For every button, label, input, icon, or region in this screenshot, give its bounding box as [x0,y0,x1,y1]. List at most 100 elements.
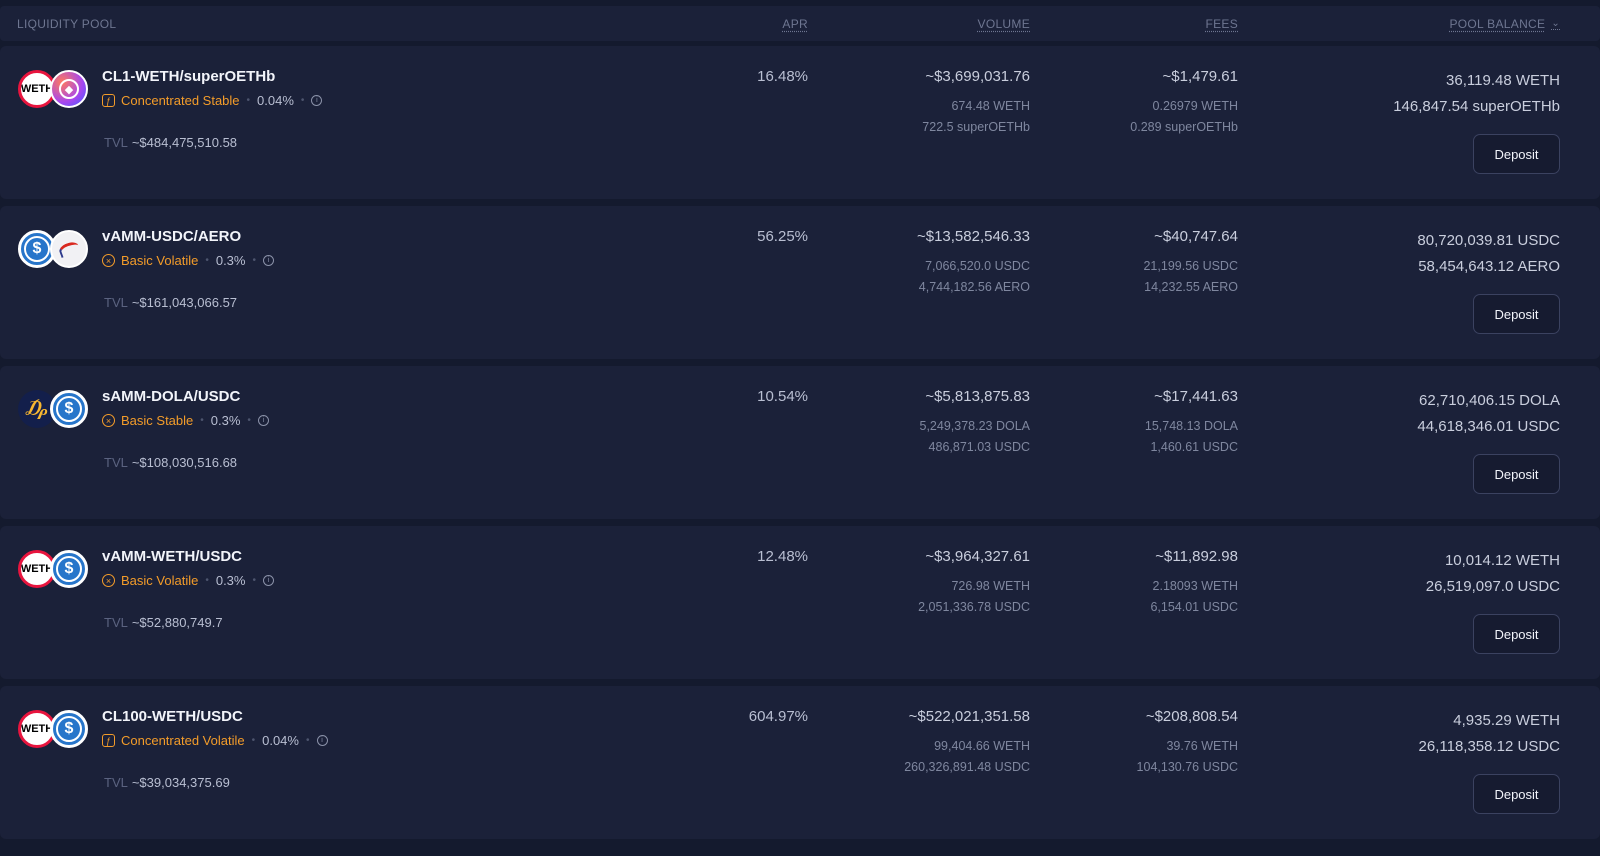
tvl-label: TVL [104,295,128,310]
pool-volume-breakdown: 726.98 WETH 2,051,336.78 USDC [918,576,1030,618]
deposit-button[interactable]: Deposit [1473,774,1560,814]
pool-row-cl100-weth-usdc[interactable]: WETH $ CL100-WETH/USDC ƒ Concentrated Vo… [0,686,1600,839]
fees-token-b: 1,460.61 USDC [1150,440,1238,454]
token-pair-icons: WETH $ [18,710,90,750]
deposit-button[interactable]: Deposit [1473,454,1560,494]
pools-page: LIQUIDITY POOL APR VOLUME FEES POOL BALA… [0,0,1600,856]
volume-token-a: 674.48 WETH [951,99,1030,113]
fees-token-b: 0.289 superOETHb [1130,120,1238,134]
tvl-value: ~$39,034,375.69 [131,775,230,790]
deposit-button[interactable]: Deposit [1473,134,1560,174]
pool-row-cl1-weth-superoethb[interactable]: WETH ◆ CL1-WETH/superOETHb ƒ Concentrate… [0,46,1600,199]
pool-kind: Basic Stable [121,413,194,428]
info-icon[interactable]: i [263,255,274,266]
aero-icon [50,230,88,268]
pool-row-vamm-usdc-aero[interactable]: $ vAMM-USDC/AERO × Basic Volatile • 0.3%… [0,206,1600,359]
pool-volume: ~$5,813,875.83 [925,388,1030,405]
usdc-icon: $ [50,390,88,428]
deposit-button[interactable]: Deposit [1473,294,1560,334]
volume-token-b: 486,871.03 USDC [928,440,1030,454]
pool-fees-breakdown: 21,199.56 USDC 14,232.55 AERO [1143,256,1238,298]
header-pool-balance-label: POOL BALANCE [1449,16,1546,31]
pool-volume-breakdown: 7,066,520.0 USDC 4,744,182.56 AERO [919,256,1030,298]
info-icon[interactable]: i [257,415,269,426]
usdc-glyph: $ [56,556,82,582]
fees-token-a: 21,199.56 USDC [1143,259,1238,273]
separator-dot: • [205,575,209,586]
pool-volume: ~$13,582,546.33 [916,228,1030,245]
usdc-glyph: $ [56,716,82,742]
basic-icon: × [102,574,115,587]
token-pair-icons: WETH $ [18,550,90,590]
separator-dot: • [247,415,251,426]
pool-fee: 0.3% [215,573,246,588]
pool-fee: 0.04% [262,733,299,748]
balance-token-b: 26,519,097.0 USDC [1425,578,1560,595]
info-icon[interactable]: i [311,95,323,106]
volume-token-b: 260,326,891.48 USDC [904,760,1030,774]
tvl-value: ~$484,475,510.58 [131,135,238,150]
tvl-label: TVL [104,615,128,630]
pool-tvl: TVL ~$39,034,375.69 [104,775,230,790]
pool-meta: ƒ Concentrated Stable • 0.04% • i [102,93,323,108]
pool-volume: ~$3,699,031.76 [925,68,1030,85]
tvl-label: TVL [104,135,128,150]
table-header: LIQUIDITY POOL APR VOLUME FEES POOL BALA… [0,6,1600,41]
volume-token-a: 726.98 WETH [951,579,1030,593]
pool-balance: 36,119.48 WETH 146,847.54 superOETHb [1393,68,1560,120]
pool-fees: ~$40,747.64 [1154,228,1238,245]
pool-pair-name[interactable]: vAMM-USDC/AERO [102,228,241,245]
pool-balance: 10,014.12 WETH 26,519,097.0 USDC [1426,548,1560,600]
volume-token-a: 99,404.66 WETH [934,739,1030,753]
header-apr-sort[interactable]: APR [782,17,808,31]
pool-fees: ~$208,808.54 [1145,708,1238,725]
pool-kind: Basic Volatile [121,253,199,268]
pool-fee: 0.3% [215,253,246,268]
pool-row-samm-dola-usdc[interactable]: ₯ $ sAMM-DOLA/USDC × Basic Stable • 0.3%… [0,366,1600,519]
fees-token-a: 15,748.13 DOLA [1144,419,1238,433]
pool-apr: 10.54% [757,388,808,405]
token-pair-icons: WETH ◆ [18,70,90,110]
pool-row-vamm-weth-usdc[interactable]: WETH $ vAMM-WETH/USDC × Basic Volatile •… [0,526,1600,679]
pool-fees-breakdown: 15,748.13 DOLA 1,460.61 USDC [1145,416,1238,458]
pool-volume-breakdown: 5,249,378.23 DOLA 486,871.03 USDC [920,416,1031,458]
separator-dot: • [200,415,204,426]
usdc-glyph: $ [56,396,82,422]
header-volume-sort[interactable]: VOLUME [978,17,1030,31]
separator-dot: • [246,95,251,106]
tvl-label: TVL [104,455,128,470]
pool-pair-name[interactable]: CL1-WETH/superOETHb [102,68,275,85]
pool-kind: Concentrated Stable [121,93,240,108]
info-icon[interactable]: i [316,735,328,746]
pool-pair-name[interactable]: vAMM-WETH/USDC [102,548,242,565]
balance-token-a: 4,935.29 WETH [1453,712,1560,729]
basic-icon: × [102,254,115,267]
deposit-button[interactable]: Deposit [1473,614,1560,654]
volume-token-b: 2,051,336.78 USDC [918,600,1030,614]
balance-token-a: 36,119.48 WETH [1446,72,1560,89]
usdc-glyph: $ [24,236,50,262]
pool-pair-name[interactable]: sAMM-DOLA/USDC [102,388,240,405]
pool-volume: ~$522,021,351.58 [908,708,1030,725]
volume-token-b: 4,744,182.56 AERO [918,280,1030,294]
usdc-icon: $ [50,710,88,748]
pool-pair-name[interactable]: CL100-WETH/USDC [102,708,243,725]
pool-fees: ~$11,892.98 [1155,548,1238,565]
pool-fees-breakdown: 0.26979 WETH 0.289 superOETHb [1130,96,1238,138]
pool-kind: Concentrated Volatile [121,733,245,748]
header-pool-balance-sort[interactable]: POOL BALANCE ⌄ [1449,17,1560,31]
balance-token-a: 80,720,039.81 USDC [1417,232,1560,249]
pool-meta: × Basic Stable • 0.3% • i [102,413,269,428]
pool-kind: Basic Volatile [121,573,199,588]
tvl-label: TVL [104,775,128,790]
balance-token-a: 62,710,406.15 DOLA [1419,392,1560,409]
pool-apr: 56.25% [757,228,808,245]
pool-fees-breakdown: 2.18093 WETH 6,154.01 USDC [1150,576,1238,618]
tvl-value: ~$161,043,066.57 [131,295,238,310]
token1-symbol: WETH [20,563,54,575]
pool-fees: ~$17,441.63 [1154,388,1238,405]
info-icon[interactable]: i [263,575,274,586]
fees-token-b: 104,130.76 USDC [1136,760,1238,774]
separator-dot: • [251,735,256,746]
header-fees-sort[interactable]: FEES [1205,17,1238,31]
